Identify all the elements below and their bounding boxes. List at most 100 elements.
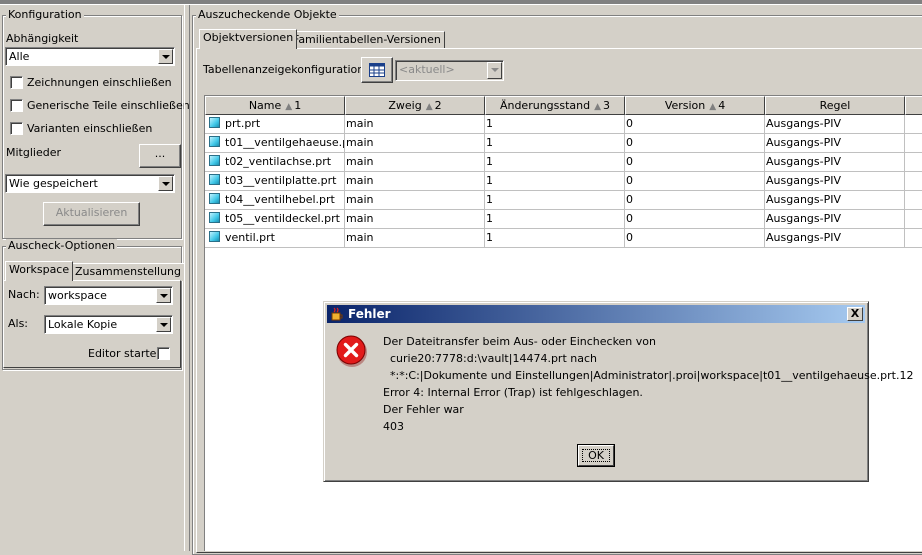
table-row[interactable]: ventil.prt main 1 0 Ausgangs-PIV: [205, 229, 922, 248]
table-cell-zweig: main: [345, 153, 485, 172]
part-file-icon: [209, 117, 220, 128]
column-header-name[interactable]: Name ▲ 1: [205, 96, 345, 115]
sort-ascending-icon: ▲: [709, 102, 717, 112]
table-cell-zweig: main: [345, 172, 485, 191]
tab-workspace[interactable]: Workspace: [5, 261, 74, 281]
table-cell-aenderungsstand: 1: [485, 172, 625, 191]
varianten-label: Varianten einschließen: [27, 122, 153, 135]
part-file-icon: [209, 212, 220, 223]
table-row[interactable]: t03__ventilplatte.prt main 1 0 Ausgangs-…: [205, 172, 922, 191]
table-cell-name: t05__ventildeckel.prt: [205, 210, 345, 229]
table-cell-zweig: main: [345, 134, 485, 153]
chevron-down-icon[interactable]: [156, 288, 171, 303]
abhaengigkeit-value: Alle: [9, 50, 30, 63]
tabellenanzeige-select[interactable]: <aktuell>: [395, 60, 504, 81]
chevron-down-icon[interactable]: [158, 176, 173, 191]
java-cup-icon: [331, 307, 343, 321]
table-cell-name: t04__ventilhebel.prt: [205, 191, 345, 210]
table-cell-extra: [905, 115, 922, 134]
chevron-down-icon[interactable]: [487, 62, 502, 79]
table-cell-version: 0: [625, 191, 765, 210]
close-icon[interactable]: X: [851, 307, 859, 320]
konfiguration-title: Konfiguration: [6, 8, 84, 22]
error-message-line: *:*:C:|Dokumente und Einstellungen|Admin…: [383, 369, 914, 382]
part-file-icon: [209, 231, 220, 242]
column-header-regel[interactable]: Regel: [765, 96, 905, 115]
chevron-down-icon[interactable]: [158, 49, 173, 64]
window-top-strip: [0, 0, 922, 5]
zeichnungen-label: Zeichnungen einschließen: [27, 76, 172, 89]
table-cell-regel: Ausgangs-PIV: [765, 115, 905, 134]
column-header-aenderungsstand[interactable]: Änderungsstand ▲ 3: [485, 96, 625, 115]
table-cell-version: 0: [625, 172, 765, 191]
table-cell-extra: [905, 210, 922, 229]
generische-teile-checkbox[interactable]: [10, 99, 23, 112]
sort-ascending-icon: ▲: [285, 102, 293, 112]
part-file-icon: [209, 193, 220, 204]
table-cell-extra: [905, 134, 922, 153]
zeichnungen-checkbox[interactable]: [10, 76, 23, 89]
table-cell-regel: Ausgangs-PIV: [765, 172, 905, 191]
table-cell-aenderungsstand: 1: [485, 210, 625, 229]
table-cell-name: ventil.prt: [205, 229, 345, 248]
nach-select[interactable]: workspace: [44, 286, 173, 305]
editor-starten-checkbox[interactable]: [157, 347, 170, 360]
error-message-line: Der Fehler war: [383, 403, 464, 416]
mitglieder-button[interactable]: ...: [139, 144, 181, 168]
column-header-extra[interactable]: [905, 96, 922, 115]
table-cell-extra: [905, 191, 922, 210]
table-cell-extra: [905, 153, 922, 172]
sort-ascending-icon: ▲: [425, 102, 433, 112]
part-file-icon: [209, 174, 220, 185]
column-header-version[interactable]: Version ▲ 4: [625, 96, 765, 115]
mitglieder-label: Mitglieder: [6, 146, 61, 159]
table-cell-aenderungsstand: 1: [485, 153, 625, 172]
error-message-line: curie20:7778:d:\vault|14474.prt nach: [383, 352, 597, 365]
table-row[interactable]: t05__ventildeckel.prt main 1 0 Ausgangs-…: [205, 210, 922, 229]
table-row[interactable]: t02_ventilachse.prt main 1 0 Ausgangs-PI…: [205, 153, 922, 172]
table-row[interactable]: t01__ventilgehaeuse.prt main 1 0 Ausgang…: [205, 134, 922, 153]
nach-label: Nach:: [8, 288, 40, 301]
table-cell-zweig: main: [345, 191, 485, 210]
ok-button[interactable]: OK: [577, 444, 615, 467]
table-row[interactable]: prt.prt main 1 0 Ausgangs-PIV: [205, 115, 922, 134]
tabellenanzeige-label: Tabellenanzeigekonfiguration:: [203, 63, 368, 76]
column-header-zweig[interactable]: Zweig ▲ 2: [345, 96, 485, 115]
table-cell-version: 0: [625, 134, 765, 153]
table-config-icon: [369, 63, 385, 77]
auscheck-title: Auscheck-Optionen: [6, 239, 118, 253]
table-cell-version: 0: [625, 229, 765, 248]
close-button[interactable]: X: [847, 307, 863, 321]
table-cell-name: t02_ventilachse.prt: [205, 153, 345, 172]
table-cell-extra: [905, 172, 922, 191]
part-file-icon: [209, 155, 220, 166]
table-config-button[interactable]: [361, 57, 393, 83]
speicher-select[interactable]: Wie gespeichert: [5, 174, 175, 193]
table-cell-regel: Ausgangs-PIV: [765, 229, 905, 248]
abhaengigkeit-select[interactable]: Alle: [5, 47, 175, 66]
sort-ascending-icon: ▲: [594, 102, 602, 112]
varianten-checkbox[interactable]: [10, 122, 23, 135]
tab-zusammenstellung[interactable]: Zusammenstellung: [71, 263, 185, 281]
tab-objektversionen[interactable]: Objektversionen: [199, 29, 298, 49]
dialog-title: Fehler: [348, 307, 391, 321]
table-cell-zweig: main: [345, 115, 485, 134]
objekte-title: Auszucheckende Objekte: [196, 8, 339, 22]
table-cell-name: t03__ventilplatte.prt: [205, 172, 345, 191]
panel-splitter[interactable]: [184, 5, 190, 551]
error-message-line: Der Dateitransfer beim Aus- oder Einchec…: [383, 335, 656, 348]
table-cell-zweig: main: [345, 229, 485, 248]
als-value: Lokale Kopie: [48, 318, 118, 331]
table-cell-name: prt.prt: [205, 115, 345, 134]
table-cell-regel: Ausgangs-PIV: [765, 210, 905, 229]
aktualisieren-button[interactable]: Aktualisieren: [43, 202, 140, 226]
table-row[interactable]: t04__ventilhebel.prt main 1 0 Ausgangs-P…: [205, 191, 922, 210]
table-cell-regel: Ausgangs-PIV: [765, 153, 905, 172]
als-select[interactable]: Lokale Kopie: [44, 315, 173, 334]
tab-familientabellen-versionen[interactable]: Familientabellen-Versionen: [289, 31, 445, 49]
table-cell-extra: [905, 229, 922, 248]
table-cell-version: 0: [625, 153, 765, 172]
dialog-titlebar[interactable]: Fehler X: [327, 305, 865, 323]
chevron-down-icon[interactable]: [156, 317, 171, 332]
table-cell-regel: Ausgangs-PIV: [765, 134, 905, 153]
